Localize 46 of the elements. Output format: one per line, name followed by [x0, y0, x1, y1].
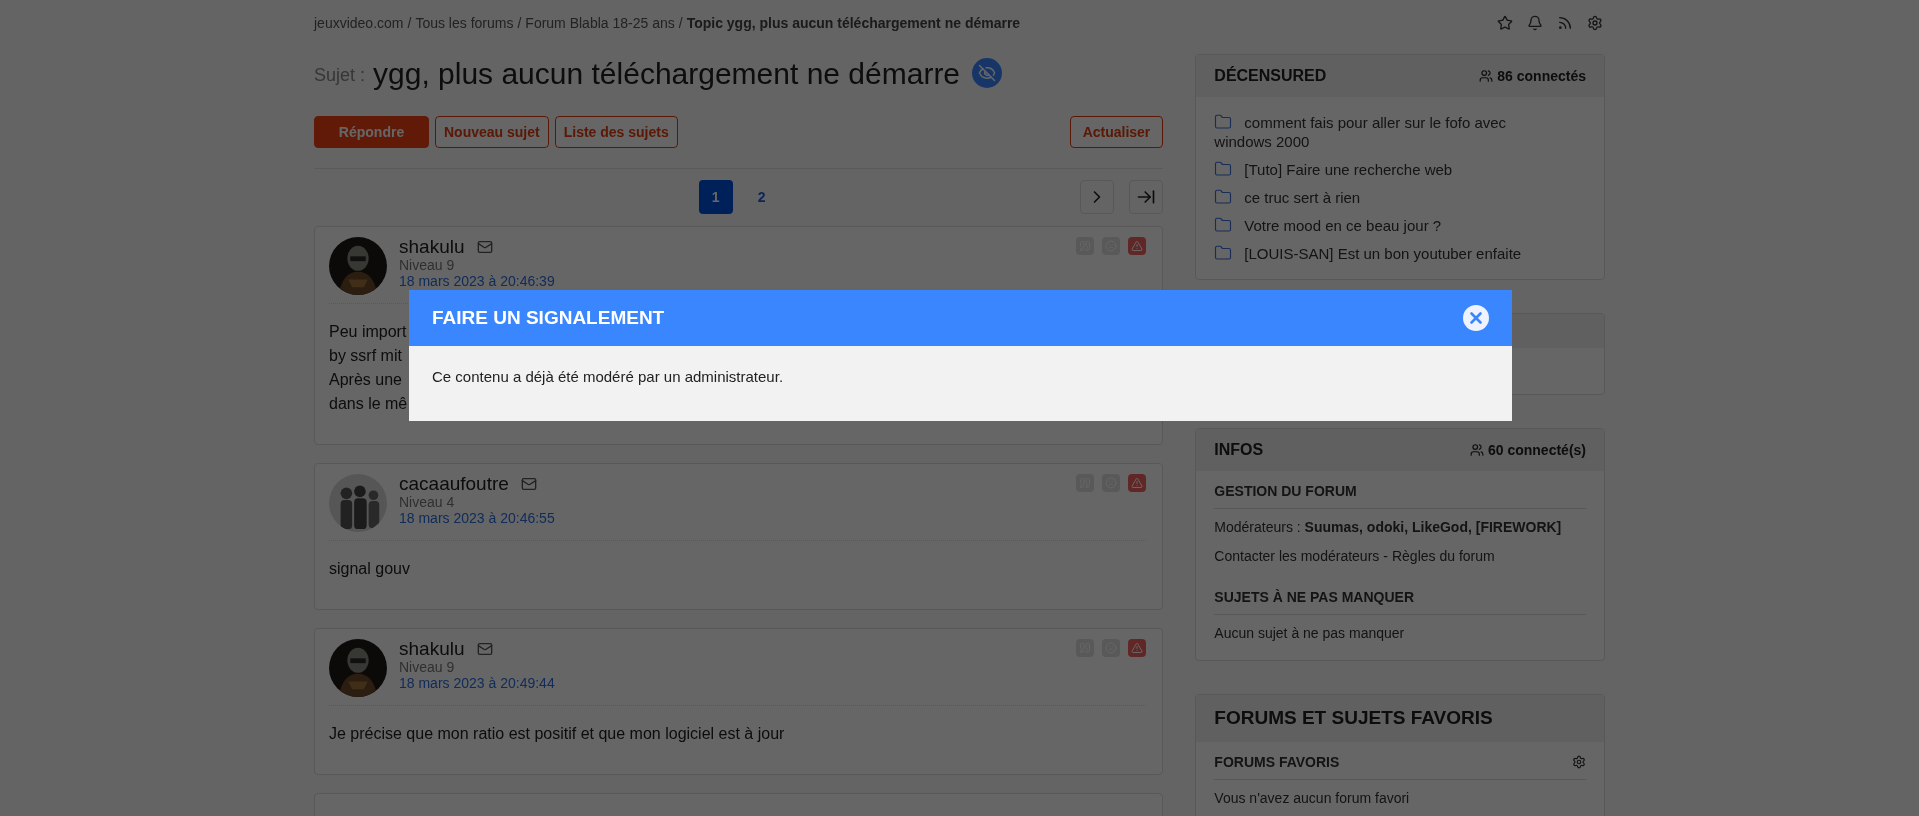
card-title: FORUMS ET SUJETS FAVORIS: [1214, 706, 1493, 730]
post-date[interactable]: 18 mars 2023 à 20:49:44: [399, 675, 555, 691]
action-button[interactable]: Nouveau sujet: [435, 116, 549, 148]
post-text: Je précise que mon ratio est positif et que mon logiciel est à jour: [329, 724, 785, 744]
breadcrumb-link[interactable]: jeuxvideo.com: [314, 12, 404, 34]
page-button[interactable]: 2: [744, 180, 779, 214]
post-text: Après une: [329, 370, 402, 390]
card-title: INFOS: [1214, 440, 1264, 460]
online-count: 86 connectés: [1497, 66, 1586, 86]
author-name[interactable]: cacaaufoutre: [399, 474, 509, 494]
action-button[interactable]: Liste des sujets: [554, 116, 678, 148]
info-text: Aucun sujet à ne pas manquer: [1214, 624, 1406, 643]
post-text: signal gouv: [329, 559, 410, 579]
separator-text: -: [1383, 547, 1388, 566]
breadcrumb-separator: /: [678, 13, 683, 33]
post-text: Peu import: [329, 322, 407, 342]
section-heading: GESTION DU FORUM: [1214, 482, 1357, 501]
breadcrumb-link[interactable]: Tous les forums: [415, 12, 514, 34]
online-count: 60 connecté(s): [1487, 440, 1586, 460]
topic-title: ygg, plus aucun téléchargement ne démarre: [373, 55, 961, 92]
post-date[interactable]: 18 mars 2023 à 20:46:39: [399, 273, 555, 289]
info-text: Modérateurs : Suumas, odoki, LikeGod, [FIREWORK]: [1214, 518, 1563, 537]
card-title: DÉCENSURED: [1214, 65, 1327, 86]
dialog-message: Ce contenu a déjà été modéré par un administrateur.: [432, 368, 784, 385]
author-name[interactable]: shakulu: [399, 639, 465, 659]
info-link[interactable]: Contacter les modérateurs: [1214, 546, 1380, 567]
info-text: Vous n'avez aucun forum favori: [1214, 788, 1411, 808]
topic-link[interactable]: [Tuto] Faire une recherche web: [1214, 160, 1586, 179]
breadcrumb-separator: /: [517, 13, 522, 33]
post-text: dans le mê: [329, 394, 408, 414]
refresh-button[interactable]: Actualiser: [1069, 116, 1164, 148]
action-button[interactable]: Répondre: [314, 116, 429, 148]
author-name[interactable]: shakulu: [399, 237, 465, 257]
topic-link[interactable]: [LOUIS-SAN] Est un bon youtuber enfaite: [1214, 244, 1586, 263]
info-link[interactable]: Règles du forum: [1391, 546, 1495, 567]
post-text: by ssrf mit: [329, 346, 402, 366]
page-button[interactable]: 1: [698, 180, 733, 214]
section-heading: SUJETS À NE PAS MANQUER: [1214, 588, 1414, 607]
topic-link[interactable]: comment fais pour aller sur le fofo avec windows 2000: [1214, 113, 1586, 151]
dialog-title: FAIRE UN SIGNALEMENT: [432, 305, 665, 330]
breadcrumb-separator: /: [407, 13, 412, 33]
breadcrumb-link[interactable]: Forum Blabla 18-25 ans: [525, 12, 675, 34]
topic-link[interactable]: ce truc sert à rien: [1214, 188, 1586, 207]
post-date[interactable]: 18 mars 2023 à 20:46:55: [399, 510, 555, 526]
section-heading: FORUMS FAVORIS: [1214, 752, 1340, 772]
topic-link[interactable]: Votre mood en ce beau jour ?: [1214, 216, 1586, 235]
